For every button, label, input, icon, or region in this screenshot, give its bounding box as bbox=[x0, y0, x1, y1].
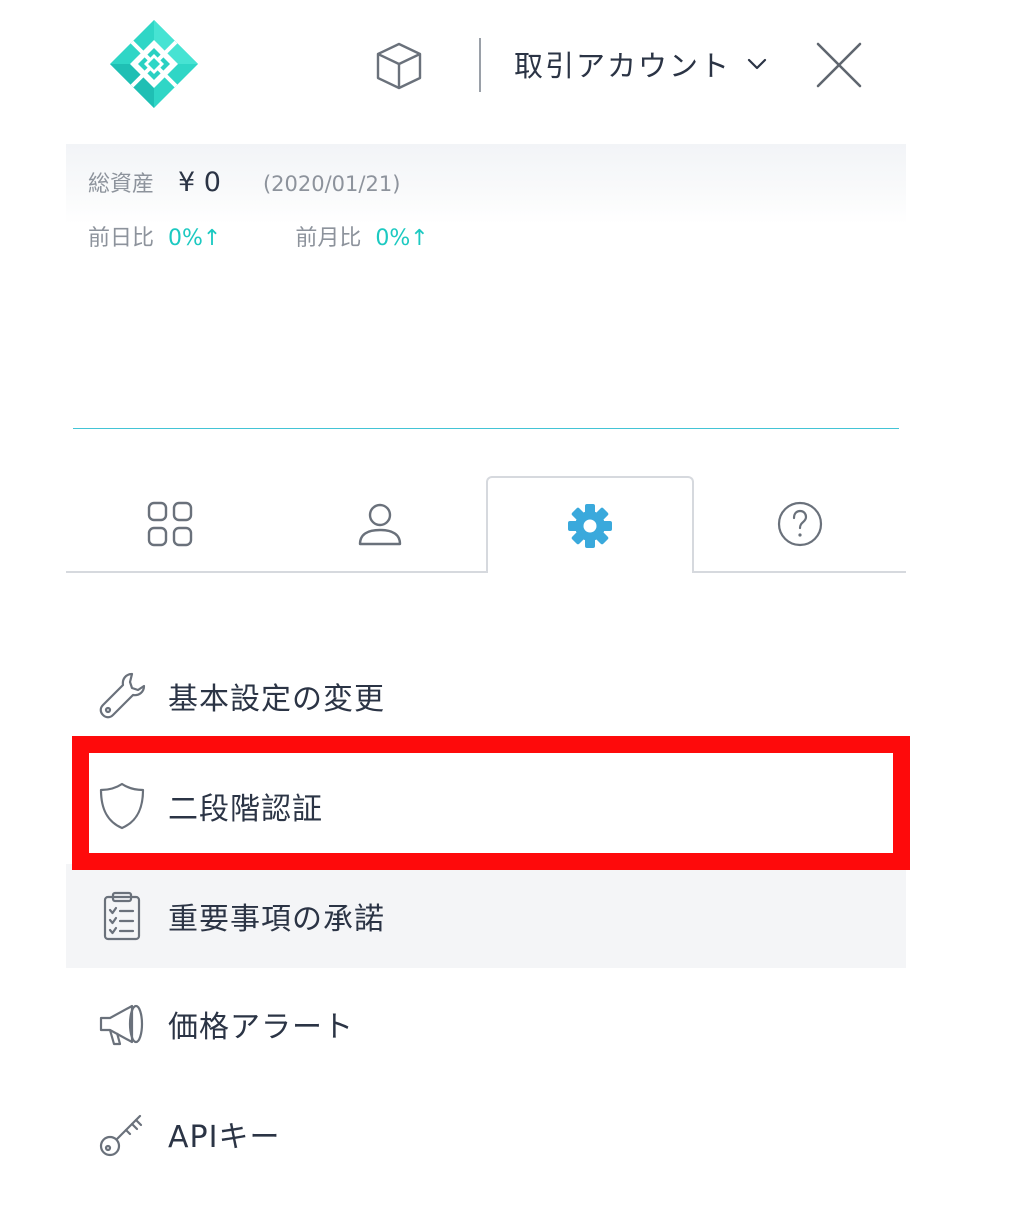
cube-icon[interactable] bbox=[372, 40, 426, 92]
diamond-logo-icon bbox=[108, 18, 200, 110]
total-assets-label: 総資産 bbox=[88, 172, 155, 197]
user-icon bbox=[358, 503, 402, 546]
month-change-value: 0%↑ bbox=[375, 226, 429, 251]
account-selector-label: 取引アカウント bbox=[514, 49, 732, 83]
menu-item-price-alert[interactable]: 価格アラート bbox=[66, 972, 906, 1076]
app-side-menu: 取引アカウント 総資産 ¥ 0 (2020/01/21) 前日比 0%↑ 前月比… bbox=[0, 0, 1014, 1224]
gear-icon bbox=[568, 503, 612, 548]
megaphone-icon bbox=[99, 1004, 144, 1046]
total-assets-date: (2020/01/21) bbox=[262, 172, 401, 196]
month-change-label: 前月比 bbox=[295, 226, 362, 251]
grid-icon bbox=[147, 501, 193, 547]
tab-help[interactable] bbox=[696, 476, 904, 572]
menu-item-api-key[interactable]: APIキー bbox=[66, 1082, 906, 1186]
menu-item-label: APIキー bbox=[168, 1120, 281, 1155]
menu-item-label: 基本設定の変更 bbox=[168, 682, 385, 717]
menu-item-label: 重要事項の承諾 bbox=[168, 902, 385, 937]
menu-item-label: 二段階認証 bbox=[168, 792, 323, 827]
menu-item-label: 価格アラート bbox=[168, 1010, 354, 1045]
day-change: 前日比 0%↑ bbox=[88, 220, 221, 252]
clipboard-checklist-icon bbox=[103, 891, 141, 941]
wrench-icon bbox=[99, 672, 146, 719]
asset-chart-baseline bbox=[73, 428, 899, 429]
tab-settings[interactable] bbox=[486, 476, 694, 573]
tab-account[interactable] bbox=[276, 476, 484, 572]
shield-icon bbox=[99, 782, 145, 830]
asset-change-row: 前日比 0%↑ 前月比 0%↑ bbox=[88, 220, 429, 252]
month-change: 前月比 0%↑ bbox=[295, 220, 428, 252]
menu-item-two-factor-auth[interactable]: 二段階認証 bbox=[66, 754, 906, 858]
chevron-down-icon bbox=[747, 58, 767, 70]
close-icon[interactable] bbox=[812, 38, 866, 92]
total-assets-row: 総資産 ¥ 0 (2020/01/21) bbox=[88, 166, 400, 198]
header-divider bbox=[479, 38, 481, 92]
menu-item-important-terms[interactable]: 重要事項の承諾 bbox=[66, 864, 906, 968]
day-change-label: 前日比 bbox=[88, 226, 155, 251]
tab-dashboard[interactable] bbox=[66, 476, 274, 572]
account-selector[interactable]: 取引アカウント bbox=[514, 40, 769, 88]
total-assets-value: ¥ 0 bbox=[178, 167, 221, 198]
key-icon bbox=[99, 1114, 143, 1157]
help-icon bbox=[777, 501, 823, 547]
day-change-value: 0%↑ bbox=[168, 226, 222, 251]
menu-item-basic-settings[interactable]: 基本設定の変更 bbox=[66, 644, 906, 748]
